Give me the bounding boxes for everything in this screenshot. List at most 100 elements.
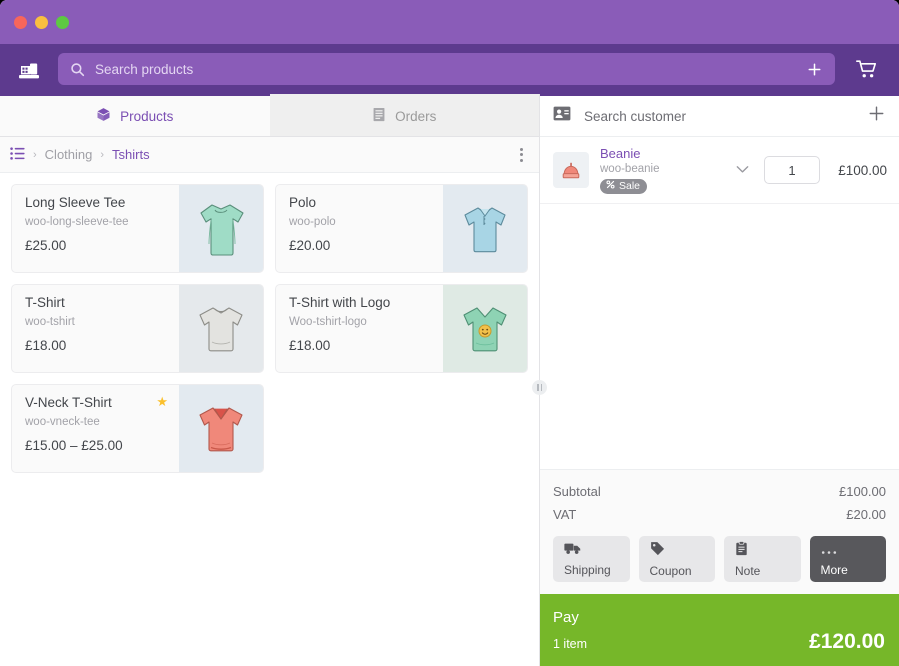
product-title-row: V-Neck T-Shirt ★ — [25, 394, 168, 410]
traffic-lights — [14, 15, 69, 29]
product-sku: woo-vneck-tee — [25, 416, 100, 428]
subtotal-value: £100.00 — [839, 484, 886, 499]
tag-icon — [650, 541, 716, 561]
drag-handle-bar — [537, 384, 539, 391]
tab-orders[interactable]: Orders — [269, 94, 539, 136]
cart-line-details: Beanie woo-beanie Sale — [600, 146, 721, 194]
product-price: £18.00 — [289, 338, 331, 353]
cart-item-name[interactable]: Beanie — [600, 146, 721, 161]
product-card-info: T-Shirt with Logo Woo-tshirt-logo £18.00 — [276, 285, 443, 372]
product-card-info: T-Shirt woo-tshirt £18.00 — [12, 285, 179, 372]
quantity-input[interactable] — [764, 156, 820, 184]
add-product-button[interactable] — [803, 58, 825, 80]
maximize-window-button[interactable] — [56, 15, 69, 29]
pay-label: Pay — [553, 609, 579, 626]
polo-shirt-image — [443, 185, 527, 272]
product-sku: woo-long-sleeve-tee — [25, 216, 129, 228]
cart-item-sku: woo-beanie — [600, 163, 660, 175]
note-label: Note — [735, 563, 761, 578]
product-card[interactable]: Long Sleeve Tee woo-long-sleeve-tee £25.… — [11, 184, 264, 273]
cart-item-total: £100.00 — [838, 162, 887, 178]
shopping-cart-icon[interactable] — [849, 52, 883, 86]
shipping-label: Shipping — [564, 562, 611, 577]
product-name: Polo — [289, 195, 317, 210]
cash-register-icon[interactable] — [14, 54, 44, 84]
product-card[interactable]: V-Neck T-Shirt ★ woo-vneck-tee £15.00 – … — [11, 384, 264, 473]
cart-actions: Shipping Coupon Note More — [553, 536, 886, 582]
breadcrumb: › Clothing › Tshirts — [0, 137, 539, 173]
tab-products-label: Products — [120, 108, 174, 124]
product-title-row: T-Shirt — [25, 295, 168, 310]
more-button[interactable]: More — [809, 536, 887, 582]
note-button[interactable]: Note — [724, 536, 801, 582]
ellipsis-icon — [821, 542, 887, 560]
tab-products[interactable]: Products — [0, 94, 270, 136]
product-grid-container: Long Sleeve Tee woo-long-sleeve-tee £25.… — [0, 173, 539, 666]
list-icon[interactable] — [10, 146, 25, 163]
shipping-button[interactable]: Shipping — [553, 536, 630, 582]
percent-icon — [606, 180, 615, 192]
beanie-image — [553, 152, 589, 188]
totals-section: Subtotal £100.00 VAT £20.00 Shipping Cou… — [540, 469, 899, 594]
product-card-info: Polo woo-polo £20.00 — [276, 185, 443, 272]
search-input[interactable] — [95, 61, 793, 77]
product-title-row: Long Sleeve Tee — [25, 195, 168, 210]
chevron-down-icon[interactable] — [732, 157, 753, 183]
panel-tabs: Products Orders — [0, 94, 539, 137]
subtotal-row: Subtotal £100.00 — [553, 480, 886, 503]
product-title-row: T-Shirt with Logo — [289, 295, 432, 310]
star-icon: ★ — [156, 394, 168, 409]
vneck-tshirt-image — [179, 385, 263, 472]
product-search-bar[interactable] — [58, 53, 835, 85]
truck-icon — [564, 542, 630, 560]
pay-button-text: Pay 1 item — [553, 609, 809, 651]
vat-value: £20.00 — [846, 507, 886, 522]
breadcrumb-item-tshirts[interactable]: Tshirts — [112, 147, 150, 162]
drag-handle-bar — [540, 384, 542, 391]
product-card[interactable]: Polo woo-polo £20.00 — [275, 184, 528, 273]
tshirt-image — [179, 285, 263, 372]
vat-label: VAT — [553, 507, 577, 522]
tab-orders-label: Orders — [395, 108, 437, 124]
add-customer-button[interactable] — [868, 105, 885, 127]
kebab-menu-icon[interactable] — [516, 144, 527, 166]
breadcrumb-item-clothing[interactable]: Clothing — [45, 147, 93, 162]
product-sku: woo-polo — [289, 216, 336, 228]
products-panel: Products Orders › Clothing › Tshirts Lon… — [0, 94, 539, 666]
product-name: Long Sleeve Tee — [25, 195, 126, 210]
vat-row: VAT £20.00 — [553, 503, 886, 526]
close-window-button[interactable] — [14, 15, 27, 29]
breadcrumb-separator: › — [100, 148, 105, 161]
receipt-icon — [372, 107, 386, 125]
box-icon — [96, 107, 111, 125]
customer-search-row[interactable]: Search customer — [540, 94, 899, 137]
drag-handle-icon[interactable] — [532, 380, 547, 395]
product-price: £25.00 — [25, 238, 67, 253]
product-price: £20.00 — [289, 238, 331, 253]
product-title-row: Polo — [289, 195, 432, 210]
panel-divider — [532, 94, 547, 666]
product-card-info: Long Sleeve Tee woo-long-sleeve-tee £25.… — [12, 185, 179, 272]
subtotal-label: Subtotal — [553, 484, 601, 499]
product-price: £15.00 – £25.00 — [25, 438, 123, 453]
minimize-window-button[interactable] — [35, 15, 48, 29]
customer-search-label: Search customer — [584, 108, 687, 124]
product-card[interactable]: T-Shirt woo-tshirt £18.00 — [11, 284, 264, 373]
app-header — [0, 44, 899, 94]
window-title-bar — [0, 0, 899, 44]
product-name: T-Shirt with Logo — [289, 295, 391, 310]
pay-button[interactable]: Pay 1 item £120.00 — [540, 594, 899, 666]
cart-line-items: Beanie woo-beanie Sale 1 £100.00 — [540, 137, 899, 469]
product-name: V-Neck T-Shirt — [25, 395, 112, 410]
product-card[interactable]: T-Shirt with Logo Woo-tshirt-logo £18.00 — [275, 284, 528, 373]
cart-line-item[interactable]: Beanie woo-beanie Sale 1 £100.00 — [540, 137, 899, 204]
cart-panel: Search customer Beanie woo-beanie Sale 1… — [540, 94, 899, 666]
tshirt-with-logo-image — [443, 285, 527, 372]
product-grid: Long Sleeve Tee woo-long-sleeve-tee £25.… — [0, 173, 539, 484]
contact-card-icon — [553, 106, 571, 126]
main-body: Products Orders › Clothing › Tshirts Lon… — [0, 94, 899, 666]
coupon-button[interactable]: Coupon — [638, 536, 716, 582]
product-card-info: V-Neck T-Shirt ★ woo-vneck-tee £15.00 – … — [12, 385, 179, 472]
product-sku: woo-tshirt — [25, 316, 75, 328]
pos-window: Products Orders — [0, 0, 899, 666]
